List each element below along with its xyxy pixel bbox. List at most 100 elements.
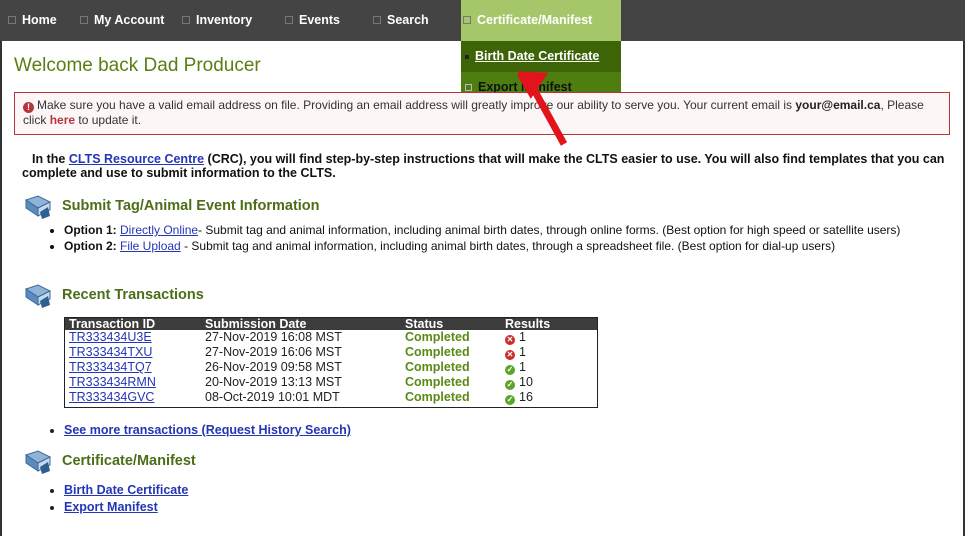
certificate-links-list: Birth Date Certificate Export Manifest [48, 482, 188, 516]
submission-date: 27-Nov-2019 16:06 MST [205, 345, 342, 359]
transaction-id-link[interactable]: TR333434TXU [69, 345, 152, 359]
result-cell: ✓ 1 [505, 360, 526, 375]
menu-dot-icon [465, 54, 469, 59]
intro-paragraph: In the CLTS Resource Centre (CRC), you w… [22, 152, 952, 180]
nav-my-account[interactable]: My Account [80, 0, 164, 41]
transaction-id-link[interactable]: TR333434TQ7 [69, 360, 152, 374]
submit-section-heading: Submit Tag/Animal Event Information [24, 194, 424, 220]
result-cell: ✓ 16 [505, 390, 533, 405]
option-label: Option 1: [64, 223, 117, 237]
table-row: TR333434GVC 08-Oct-2019 10:01 MDT Comple… [65, 390, 597, 405]
nav-inventory-label: Inventory [196, 13, 253, 27]
menu-square-icon [465, 84, 472, 92]
submission-date: 26-Nov-2019 09:58 MST [205, 360, 342, 374]
result-cell: ✕ 1 [505, 330, 526, 345]
book-icon [24, 450, 52, 474]
submission-date: 08-Oct-2019 10:01 MDT [205, 390, 340, 404]
table-row: TR333434U3E 27-Nov-2019 16:08 MST Comple… [65, 330, 597, 345]
result-count: 1 [519, 360, 526, 374]
birth-date-certificate-link[interactable]: Birth Date Certificate [64, 483, 188, 497]
nav-events-label: Events [299, 13, 340, 27]
check-icon: ✓ [505, 365, 515, 375]
certificate-section-heading: Certificate/Manifest [24, 449, 324, 475]
alert-email: your@email.ca [795, 98, 881, 112]
export-manifest-link[interactable]: Export Manifest [64, 500, 158, 514]
recent-section-heading: Recent Transactions [24, 283, 324, 309]
result-count: 10 [519, 375, 533, 389]
nav-bullet-icon [285, 15, 293, 24]
option-label: Option 2: [64, 239, 117, 253]
status-text: Completed [405, 345, 470, 359]
list-item: See more transactions (Request History S… [64, 422, 351, 439]
file-upload-link[interactable]: File Upload [120, 239, 181, 253]
submission-date: 27-Nov-2019 16:08 MST [205, 330, 342, 344]
nav-events[interactable]: Events [285, 0, 340, 41]
result-count: 1 [519, 330, 526, 344]
alert-text-after: to update it. [78, 113, 142, 127]
result-cell: ✕ 1 [505, 345, 526, 360]
more-transactions-list: See more transactions (Request History S… [48, 422, 351, 439]
nav-home-label: Home [22, 13, 57, 27]
submit-options-list: Option 1: Directly Online- Submit tag an… [48, 224, 954, 256]
list-item: Option 2: File Upload - Submit tag and a… [64, 240, 954, 253]
check-icon: ✓ [505, 380, 515, 390]
list-item: Export Manifest [64, 499, 188, 516]
nav-search[interactable]: Search [373, 0, 429, 41]
status-text: Completed [405, 375, 470, 389]
nav-bullet-icon [182, 15, 190, 24]
error-icon: ✕ [505, 335, 515, 345]
option-text: - Submit tag and animal information, inc… [184, 239, 836, 253]
dropdown-item-label: Birth Date Certificate [475, 49, 600, 63]
nav-bullet-icon [80, 15, 88, 24]
intro-lead: In the [32, 152, 66, 166]
header-status: Status [405, 317, 444, 331]
result-count: 16 [519, 390, 533, 404]
status-text: Completed [405, 330, 470, 344]
result-cell: ✓ 10 [505, 375, 533, 390]
header-results: Results [505, 317, 551, 331]
top-nav: Home My Account Inventory Events Search … [0, 0, 965, 41]
table-row: TR333434RMN 20-Nov-2019 13:13 MST Comple… [65, 375, 597, 390]
status-text: Completed [405, 390, 470, 404]
alert-text: Make sure you have a valid email address… [37, 98, 793, 112]
header-submission-date: Submission Date [205, 317, 307, 331]
welcome-heading: Welcome back Dad Producer [14, 55, 261, 76]
list-item: Option 1: Directly Online- Submit tag an… [64, 224, 954, 237]
transactions-table: Transaction ID Submission Date Status Re… [64, 317, 598, 408]
request-history-search-link[interactable]: See more transactions (Request History S… [64, 423, 351, 437]
nav-certificate-manifest-label: Certificate/Manifest [477, 13, 593, 27]
submit-section-title: Submit Tag/Animal Event Information [62, 198, 320, 214]
transaction-id-link[interactable]: TR333434U3E [69, 330, 152, 344]
nav-inventory[interactable]: Inventory [182, 0, 252, 41]
resource-centre-link[interactable]: CLTS Resource Centre [69, 152, 204, 166]
nav-search-label: Search [387, 13, 429, 27]
alert-here-link[interactable]: here [50, 113, 75, 127]
nav-certificate-manifest[interactable]: Certificate/Manifest [461, 0, 621, 41]
red-arrow-icon [518, 71, 568, 146]
book-icon [24, 195, 52, 219]
transaction-id-link[interactable]: TR333434RMN [69, 375, 156, 389]
nav-home[interactable]: Home [8, 0, 57, 41]
nav-bullet-icon [373, 15, 381, 24]
email-alert: ! Make sure you have a valid email addres… [14, 92, 950, 135]
nav-my-account-label: My Account [94, 13, 165, 27]
table-header: Transaction ID Submission Date Status Re… [65, 318, 597, 330]
alert-icon: ! [23, 102, 34, 113]
status-text: Completed [405, 360, 470, 374]
recent-section-title: Recent Transactions [62, 287, 204, 303]
header-transaction-id: Transaction ID [69, 317, 156, 331]
check-icon: ✓ [505, 395, 515, 405]
table-row: TR333434TQ7 26-Nov-2019 09:58 MST Comple… [65, 360, 597, 375]
nav-bullet-icon [463, 15, 471, 24]
error-icon: ✕ [505, 350, 515, 360]
option-text: - Submit tag and animal information, inc… [198, 223, 901, 237]
directly-online-link[interactable]: Directly Online [120, 223, 198, 237]
list-item: Birth Date Certificate [64, 482, 188, 499]
submission-date: 20-Nov-2019 13:13 MST [205, 375, 342, 389]
book-icon [24, 284, 52, 308]
transaction-id-link[interactable]: TR333434GVC [69, 390, 154, 404]
nav-bullet-icon [8, 15, 16, 24]
certificate-section-title: Certificate/Manifest [62, 453, 196, 469]
table-row: TR333434TXU 27-Nov-2019 16:06 MST Comple… [65, 345, 597, 360]
result-count: 1 [519, 345, 526, 359]
